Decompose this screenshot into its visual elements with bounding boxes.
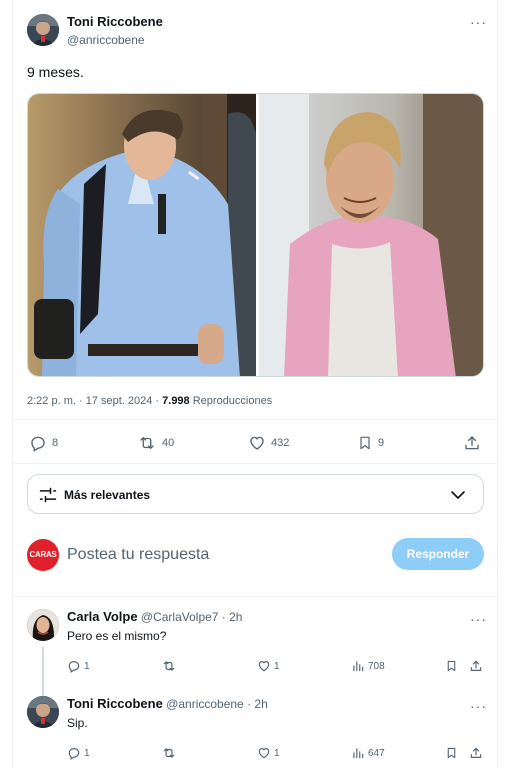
reply-actions: 1 1 708 <box>67 659 485 677</box>
reply-author-handle[interactable]: @anriccobene · 2h <box>166 697 268 711</box>
bookmark-icon <box>360 436 370 450</box>
sort-label: Más relevantes <box>64 488 151 502</box>
share-button[interactable] <box>469 659 483 673</box>
divider <box>13 596 497 597</box>
like-button[interactable]: 432 <box>248 434 289 452</box>
more-options-icon[interactable]: ··· <box>470 14 487 30</box>
thread-line <box>42 647 44 699</box>
reply-header: Carla Volpe @CarlaVolpe7 · 2h <box>67 609 242 624</box>
reply-count: 1 <box>84 660 90 672</box>
reply-icon <box>68 748 80 760</box>
like-count: 1 <box>274 660 280 672</box>
author-handle[interactable]: @anriccobene <box>67 33 145 47</box>
filter-icon <box>39 487 57 503</box>
share-icon <box>465 436 479 450</box>
author-avatar[interactable] <box>27 14 59 46</box>
retweet-icon <box>140 437 154 449</box>
retweet-count: 40 <box>162 437 175 449</box>
like-icon <box>258 661 270 672</box>
views-count: 708 <box>368 660 385 672</box>
reply-button[interactable]: 1 <box>67 659 90 673</box>
reply-input[interactable]: Postea tu respuesta <box>67 546 209 564</box>
tweet-header: Toni Riccobene @anriccobene ··· <box>27 12 487 52</box>
author-name[interactable]: Toni Riccobene <box>67 14 163 29</box>
reply-text: Pero es el mismo? <box>67 629 167 643</box>
reply-submit-button[interactable]: Responder <box>392 538 484 570</box>
tweet-text: 9 meses. <box>27 64 84 80</box>
reply-author-handle[interactable]: @CarlaVolpe7 · 2h <box>141 610 243 624</box>
retweet-button[interactable] <box>161 746 177 760</box>
retweet-icon <box>163 661 175 671</box>
share-icon <box>470 747 482 758</box>
more-options-icon[interactable]: ··· <box>470 698 487 714</box>
views-button[interactable]: 647 <box>351 746 385 760</box>
tweet-actions: 8 40 432 9 <box>27 434 483 456</box>
reply-author-name[interactable]: Toni Riccobene <box>67 696 163 711</box>
bookmark-button[interactable] <box>445 659 458 673</box>
reply-avatar[interactable] <box>27 696 59 728</box>
more-options-icon[interactable]: ··· <box>470 611 487 627</box>
share-button[interactable] <box>463 434 481 452</box>
tweet-photo[interactable] <box>27 93 484 377</box>
tweet-meta: 2:22 p. m. · 17 sept. 2024 · 7.998 Repro… <box>27 395 272 407</box>
views-count: 647 <box>368 747 385 759</box>
bookmark-button[interactable] <box>445 746 458 760</box>
reply-icon <box>31 436 45 452</box>
views-icon <box>353 748 364 759</box>
like-icon <box>258 748 270 759</box>
share-icon <box>470 660 482 671</box>
like-button[interactable]: 1 <box>257 746 280 760</box>
views-button[interactable]: 708 <box>351 659 385 673</box>
reply-text: Sip. <box>67 716 88 730</box>
reply-actions: 1 1 647 <box>67 746 485 764</box>
reply-composer: CARAS Postea tu respuesta Responder <box>27 538 484 572</box>
retweet-icon <box>163 748 175 758</box>
divider <box>13 419 497 420</box>
tweet-timestamp[interactable]: 2:22 p. m. · 17 sept. 2024 · <box>27 395 162 407</box>
chevron-down-icon <box>451 491 465 499</box>
like-count: 432 <box>271 437 290 449</box>
like-button[interactable]: 1 <box>257 659 280 673</box>
reply-button[interactable]: 1 <box>67 746 90 760</box>
like-count: 1 <box>274 747 280 759</box>
bookmark-count: 9 <box>378 437 385 449</box>
bookmark-icon <box>447 747 456 759</box>
reply-icon <box>68 661 80 673</box>
retweet-button[interactable]: 40 <box>137 434 174 452</box>
views-label: Reproducciones <box>189 395 273 407</box>
bookmark-button[interactable]: 9 <box>357 434 384 452</box>
divider <box>13 463 497 464</box>
like-icon <box>250 436 264 450</box>
reply-button[interactable]: 8 <box>29 434 58 452</box>
reply-header: Toni Riccobene @anriccobene · 2h <box>67 696 268 711</box>
reply-author-name[interactable]: Carla Volpe <box>67 609 138 624</box>
retweet-button[interactable] <box>161 659 177 673</box>
views-icon <box>353 661 364 672</box>
reply-item[interactable]: Carla Volpe @CarlaVolpe7 · 2h ··· Pero e… <box>27 609 487 699</box>
reply-avatar[interactable] <box>27 609 59 641</box>
user-avatar[interactable]: CARAS <box>27 539 59 571</box>
bookmark-icon <box>447 660 456 672</box>
reply-count: 1 <box>84 747 90 759</box>
share-button[interactable] <box>469 746 483 760</box>
reply-sort-selector[interactable]: Más relevantes <box>27 474 484 514</box>
reply-count: 8 <box>52 437 59 449</box>
views-count: 7.998 <box>162 395 190 407</box>
reply-item[interactable]: Toni Riccobene @anriccobene · 2h ··· Sip… <box>27 696 487 768</box>
